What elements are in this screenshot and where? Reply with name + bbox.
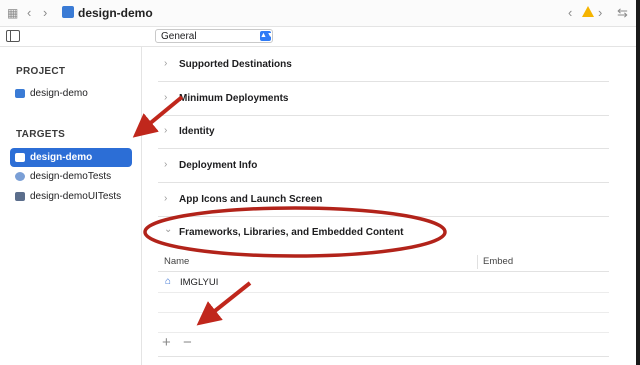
sidebar-item-label: design-demo	[30, 88, 88, 99]
section-title: Frameworks, Libraries, and Embedded Cont…	[179, 227, 404, 238]
sidebar-item-project[interactable]: design-demo	[10, 84, 132, 103]
section-title: Identity	[179, 126, 215, 137]
section-title: App Icons and Launch Screen	[179, 194, 323, 205]
popup-arrow-icon: ▲▼	[260, 31, 274, 41]
app-target-icon	[15, 153, 25, 162]
project-header: PROJECT	[16, 66, 66, 77]
general-settings-pane: › Supported Destinations › Minimum Deplo…	[142, 47, 640, 365]
window-toolbar: ▦ ‹ › design-demo ‹ › ⇆	[0, 0, 640, 27]
sidebar-item-label: design-demo	[30, 152, 93, 163]
library-icon: ⌂	[165, 276, 172, 287]
editor-subbar: General ▲▼	[0, 27, 640, 47]
table-row-empty	[158, 293, 609, 313]
sidebar-item-label: design-demoTests	[30, 171, 112, 182]
chevron-right-icon: ›	[164, 125, 168, 136]
editor-tab-select[interactable]: General ▲▼	[155, 29, 274, 43]
table-footer-divider	[158, 356, 609, 357]
chevron-down-icon: ⌄	[164, 224, 173, 235]
column-divider	[477, 255, 478, 269]
frameworks-table-header: Name Embed	[158, 253, 609, 272]
chevron-right-icon: ›	[164, 92, 168, 103]
sidebar-toggle-icon[interactable]	[6, 30, 20, 42]
section-supported-destinations[interactable]: › Supported Destinations	[158, 48, 609, 82]
grid-icon[interactable]: ▦	[7, 5, 18, 21]
project-icon	[62, 6, 74, 18]
split-editor-icon[interactable]: ⇆	[617, 5, 628, 21]
issue-forward-icon[interactable]: ›	[598, 5, 602, 21]
sidebar-item-label: design-demoUITests	[30, 191, 122, 202]
section-title: Supported Destinations	[179, 59, 292, 70]
target-sidebar: PROJECT design-demo TARGETS design-demo …	[0, 47, 142, 365]
issue-back-icon[interactable]: ‹	[568, 5, 572, 21]
back-icon[interactable]: ‹	[27, 5, 31, 21]
targets-header: TARGETS	[16, 129, 66, 140]
section-deployment-info[interactable]: › Deployment Info	[158, 149, 609, 183]
add-framework-button[interactable]: +	[162, 334, 171, 351]
window-edge	[636, 0, 640, 365]
section-title: Deployment Info	[179, 160, 258, 171]
project-file-icon	[15, 89, 25, 98]
project-title[interactable]: design-demo	[78, 6, 153, 20]
section-minimum-deployments[interactable]: › Minimum Deployments	[158, 82, 609, 116]
chevron-right-icon: ›	[164, 193, 168, 204]
framework-name: IMGLYUI	[180, 277, 219, 288]
section-title: Minimum Deployments	[179, 93, 289, 104]
remove-framework-button[interactable]: −	[183, 334, 192, 351]
table-row-empty	[158, 313, 609, 333]
sidebar-item-design-demo[interactable]: design-demo	[10, 148, 132, 167]
chevron-right-icon: ›	[164, 58, 168, 69]
sidebar-item-design-demo-ui-tests[interactable]: design-demoUITests	[10, 187, 132, 206]
column-header-embed[interactable]: Embed	[483, 256, 513, 267]
section-app-icons[interactable]: › App Icons and Launch Screen	[158, 183, 609, 217]
warning-icon[interactable]	[582, 6, 594, 17]
sidebar-item-design-demo-tests[interactable]: design-demoTests	[10, 167, 132, 186]
column-header-name[interactable]: Name	[164, 256, 189, 267]
forward-icon[interactable]: ›	[43, 5, 47, 21]
editor-tab-value: General	[161, 31, 197, 42]
ui-test-target-icon	[15, 192, 25, 201]
section-frameworks[interactable]: ⌄ Frameworks, Libraries, and Embedded Co…	[158, 216, 609, 249]
test-target-icon	[15, 172, 25, 181]
table-row[interactable]: ⌂ IMGLYUI	[158, 273, 609, 293]
section-identity[interactable]: › Identity	[158, 115, 609, 149]
chevron-right-icon: ›	[164, 159, 168, 170]
